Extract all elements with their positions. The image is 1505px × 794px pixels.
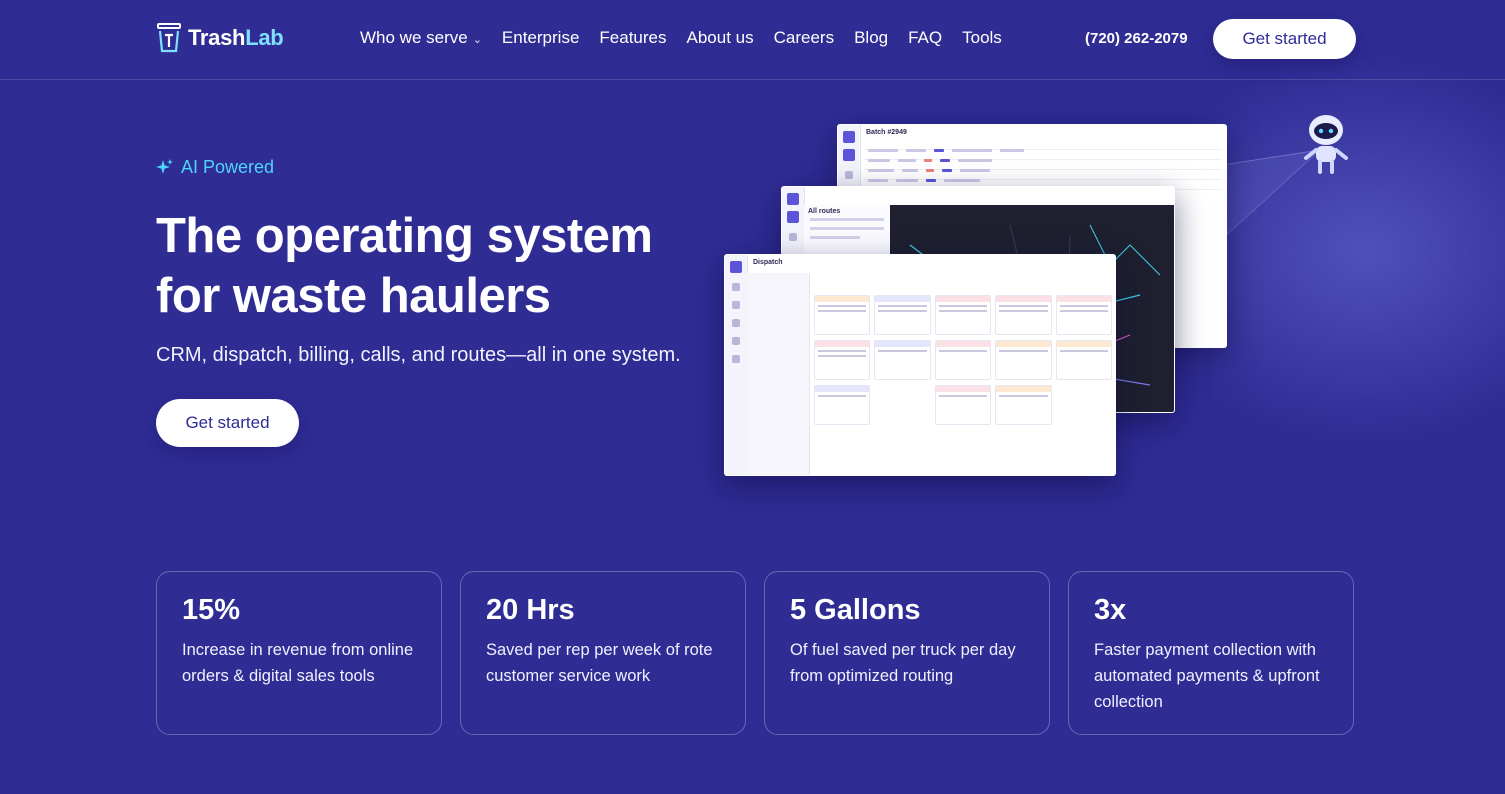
logo[interactable]: TrashLab <box>156 22 284 54</box>
nav-item-label: Tools <box>962 28 1002 47</box>
stat-value: 5 Gallons <box>790 594 921 626</box>
stat-value: 3x <box>1094 594 1127 626</box>
stat-description: Increase in revenue from online orders &… <box>182 641 414 685</box>
dispatch-screen-mockup: Dispatch <box>724 254 1116 476</box>
stat-description: Saved per rep per week of rote customer … <box>486 641 713 685</box>
nav-item-features[interactable]: Features <box>599 28 666 48</box>
main-nav: Who we serve ⌄ Enterprise Features About… <box>360 28 1002 48</box>
dispatch-columns <box>811 285 1115 475</box>
nav-item-label: Blog <box>854 28 889 47</box>
robot-mascot-icon <box>1304 115 1348 174</box>
hero-subtitle: CRM, dispatch, billing, calls, and route… <box>156 344 681 366</box>
ai-powered-label: AI Powered <box>181 157 275 177</box>
hero-title: The operating system for waste haulers <box>156 206 756 326</box>
sparkle-icon <box>156 159 173 174</box>
nav-item-who-we-serve[interactable]: Who we serve ⌄ <box>360 28 482 48</box>
nav-item-tools[interactable]: Tools <box>962 28 1002 48</box>
site-header: TrashLab Who we serve ⌄ Enterprise Featu… <box>0 0 1505 80</box>
routes-title: All routes <box>808 208 841 215</box>
stat-card-revenue: 15% Increase in revenue from online orde… <box>156 571 442 735</box>
stat-card-payment-speed: 3x Faster payment collection with automa… <box>1068 571 1354 735</box>
nav-item-label: About us <box>686 28 754 47</box>
stat-value: 20 Hrs <box>486 594 575 626</box>
ai-powered-badge: AI Powered <box>156 157 274 178</box>
nav-item-blog[interactable]: Blog <box>854 28 888 48</box>
nav-item-label: Careers <box>773 28 835 47</box>
stat-card-hours-saved: 20 Hrs Saved per rep per week of rote cu… <box>460 571 746 735</box>
stat-description: Faster payment collection with automated… <box>1094 641 1320 711</box>
batch-title: Batch #2949 <box>866 129 907 136</box>
mockup-sidebar <box>725 255 748 475</box>
phone-number-link[interactable]: (720) 262-2079 <box>1085 30 1188 47</box>
chevron-down-icon: ⌄ <box>472 33 482 46</box>
logo-text-trash: Trash <box>188 25 246 50</box>
stat-description: Of fuel saved per truck per day from opt… <box>790 641 1016 685</box>
header-get-started-button[interactable]: Get started <box>1213 19 1356 59</box>
nav-item-label: FAQ <box>908 28 943 47</box>
nav-item-careers[interactable]: Careers <box>774 28 834 48</box>
stat-card-fuel-saved: 5 Gallons Of fuel saved per truck per da… <box>764 571 1050 735</box>
logo-text: TrashLab <box>188 25 284 51</box>
nav-item-faq[interactable]: FAQ <box>908 28 942 48</box>
nav-item-label: Who we serve <box>360 28 468 47</box>
stat-value: 15% <box>182 594 241 626</box>
nav-item-about-us[interactable]: About us <box>687 28 754 48</box>
nav-item-label: Features <box>599 28 667 47</box>
nav-item-label: Enterprise <box>501 28 580 47</box>
nav-item-enterprise[interactable]: Enterprise <box>502 28 579 48</box>
logo-text-lab: Lab <box>245 25 284 50</box>
hero-title-line-2: for waste haulers <box>156 269 551 323</box>
dispatch-filter-panel <box>747 273 810 475</box>
hero-title-line-1: The operating system <box>156 209 653 263</box>
landing-page: TrashLab Who we serve ⌄ Enterprise Featu… <box>0 0 1505 794</box>
hero-get-started-button[interactable]: Get started <box>156 399 299 447</box>
trash-can-logo-icon <box>157 23 181 53</box>
dispatch-title: Dispatch <box>753 259 783 266</box>
